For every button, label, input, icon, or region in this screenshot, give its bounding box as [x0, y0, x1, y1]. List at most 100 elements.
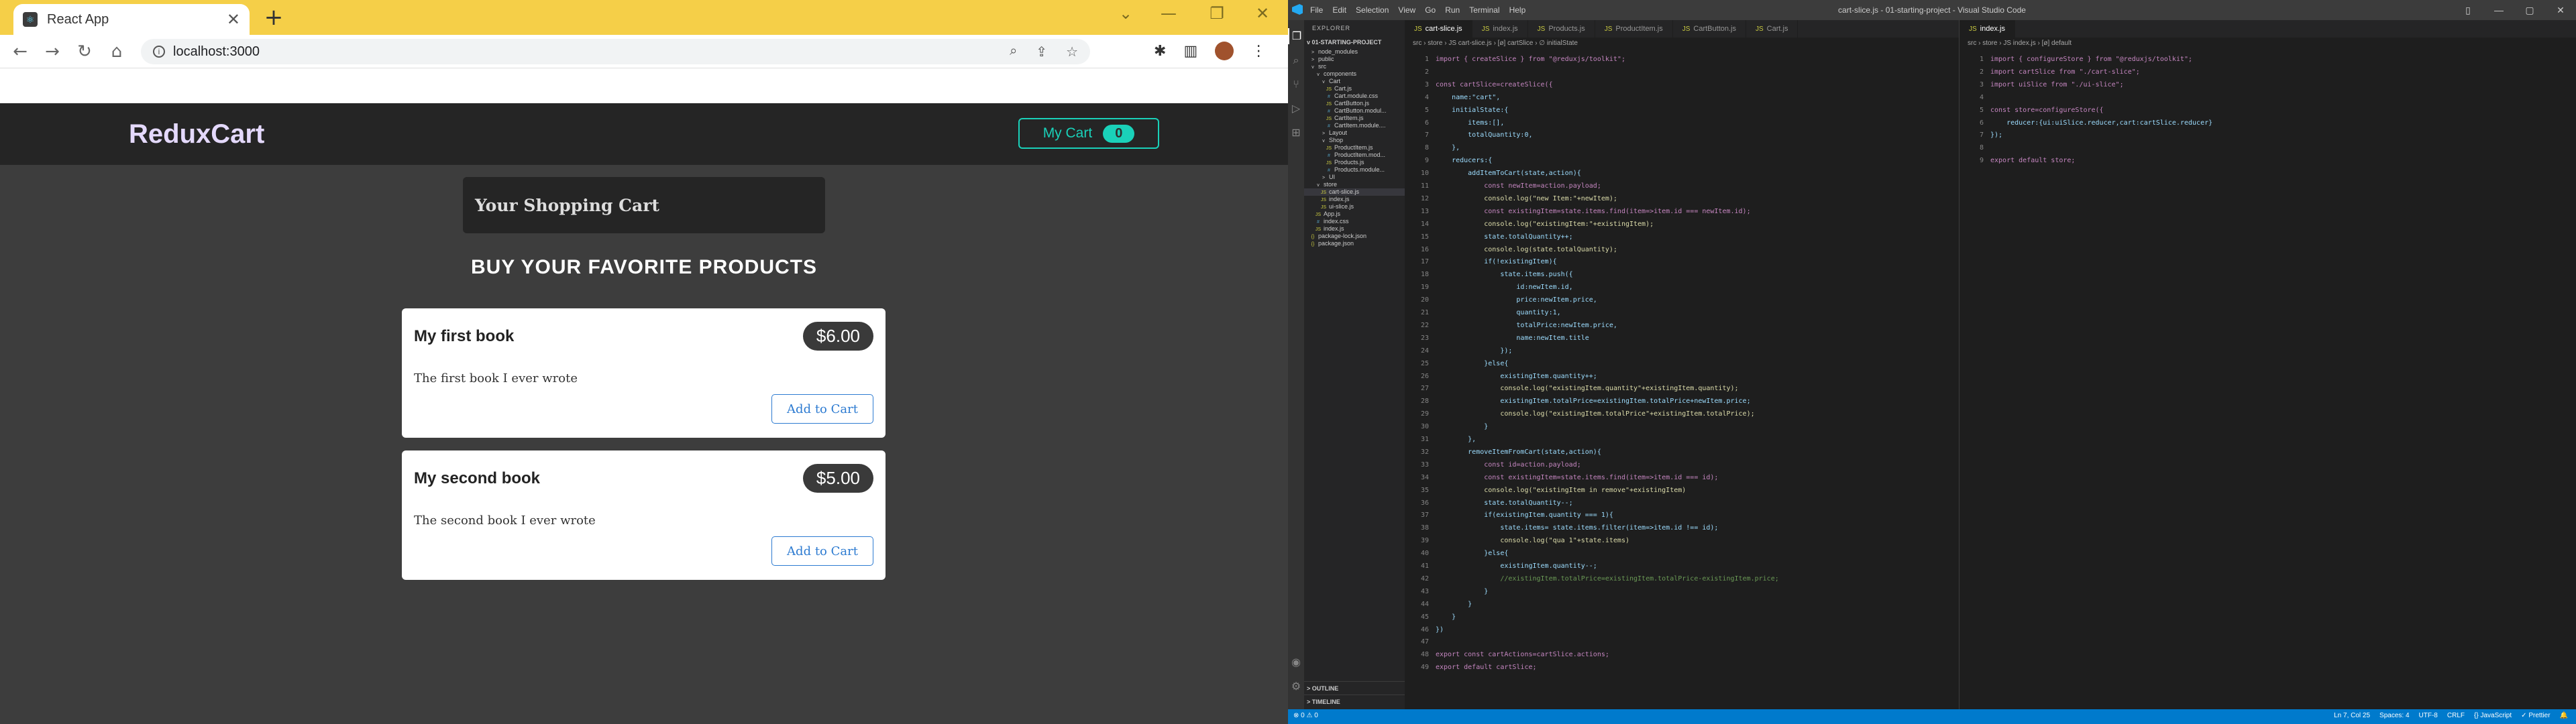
file-tree-item[interactable]: > UI [1304, 174, 1405, 181]
editor-tab[interactable]: JS index.js [1960, 20, 2015, 38]
code-line: state.totalQuantity--; [1436, 499, 1573, 507]
close-window-icon[interactable]: ✕ [1242, 4, 1283, 23]
bookmark-star-icon[interactable]: ☆ [1066, 44, 1078, 60]
javascript-file-icon: JS [1682, 25, 1690, 33]
file-tree-item[interactable]: > public [1304, 56, 1405, 63]
file-tree-item[interactable]: JS Products.js [1304, 159, 1405, 166]
outline-section[interactable]: > OUTLINE [1304, 681, 1405, 695]
run-debug-icon[interactable]: ▷ [1288, 101, 1304, 117]
add-to-cart-button[interactable]: Add to Cart [771, 536, 873, 566]
file-tree-item[interactable]: # index.css [1304, 218, 1405, 225]
file-tree-item[interactable]: v store [1304, 181, 1405, 188]
timeline-section[interactable]: > TIMELINE [1304, 695, 1405, 708]
file-tree-item[interactable]: v src [1304, 63, 1405, 70]
file-tree-item[interactable]: JS CartItem.js [1304, 115, 1405, 122]
source-control-icon[interactable]: ⑂ [1288, 76, 1304, 93]
line-number: 9 [1979, 157, 1984, 165]
status-item[interactable]: 🔔 [2560, 712, 2568, 719]
back-icon[interactable]: ← [4, 42, 36, 62]
minimize-icon[interactable]: — [2483, 5, 2514, 15]
close-tab-icon[interactable]: ✕ [227, 10, 240, 29]
settings-gear-icon[interactable]: ⚙ [1288, 678, 1304, 695]
file-tree-item[interactable]: JS ProductItem.js [1304, 144, 1405, 152]
file-tree-item[interactable]: # CartItem.module.... [1304, 122, 1405, 129]
file-tree-item[interactable]: JS cart-slice.js [1304, 188, 1405, 196]
search-icon[interactable]: ⌕ [1288, 52, 1304, 68]
info-icon[interactable]: i [153, 46, 165, 58]
file-tree-item[interactable]: JS Cart.js [1304, 85, 1405, 93]
page-top-margin [0, 68, 1288, 103]
maximize-icon[interactable]: ❐ [1197, 4, 1237, 23]
home-icon[interactable]: ⌂ [101, 42, 133, 62]
search-icon[interactable]: ⌕ [1010, 44, 1017, 60]
new-tab-button[interactable]: + [260, 4, 287, 31]
file-tree-item[interactable]: # Products.module... [1304, 166, 1405, 174]
file-tree-label: CartButton.modul... [1334, 107, 1387, 114]
file-tree-item[interactable]: # CartButton.modul... [1304, 107, 1405, 115]
status-item[interactable]: {} JavaScript [2474, 712, 2512, 719]
menu-item-edit[interactable]: Edit [1332, 5, 1346, 15]
more-menu-icon[interactable]: ⋮ [1251, 43, 1266, 60]
extensions-icon[interactable]: ⊞ [1288, 125, 1304, 141]
minimize-icon[interactable]: — [1148, 4, 1189, 23]
editor-tab[interactable]: JS Cart.js [1746, 20, 1799, 38]
file-tree-item[interactable]: {} package.json [1304, 240, 1405, 247]
file-tree-item[interactable]: # ProductItem.mod... [1304, 152, 1405, 159]
editor-tab[interactable]: JS Products.js [1528, 20, 1595, 38]
add-to-cart-button[interactable]: Add to Cart [771, 394, 873, 424]
menu-item-go[interactable]: Go [1425, 5, 1436, 15]
file-tree-item[interactable]: {} package-lock.json [1304, 233, 1405, 240]
status-item[interactable]: Spaces: 4 [2379, 712, 2409, 719]
file-tree-item[interactable]: JS index.js [1304, 196, 1405, 203]
status-item[interactable]: ✓ Prettier [2521, 712, 2550, 719]
explorer-files-icon[interactable]: ❐ [1288, 28, 1304, 44]
side-panel-icon[interactable]: ▥ [1183, 43, 1197, 60]
maximize-icon[interactable]: ▢ [2514, 5, 2545, 16]
share-icon[interactable]: ⇪ [1036, 44, 1047, 60]
menu-item-file[interactable]: File [1310, 5, 1323, 15]
menu-item-terminal[interactable]: Terminal [1469, 5, 1499, 15]
browser-tab[interactable]: ⚛ React App ✕ [13, 4, 250, 35]
line-number: 31 [1420, 436, 1429, 443]
forward-icon[interactable]: → [36, 42, 68, 62]
file-tree-item[interactable]: v Shop [1304, 137, 1405, 144]
file-tree-item[interactable]: JS App.js [1304, 210, 1405, 218]
avatar[interactable] [1215, 42, 1234, 60]
activity-bar: ❐ ⌕ ⑂ ▷ ⊞ ◉ ⚙ [1288, 20, 1304, 709]
extensions-puzzle-icon[interactable]: ✱ [1154, 43, 1166, 60]
menu-item-help[interactable]: Help [1509, 5, 1526, 15]
code-line: const store=configureStore({ [1990, 106, 2104, 114]
code-line: import cartSlice from "./cart-slice"; [1990, 68, 2140, 76]
file-tree-item[interactable]: JS CartButton.js [1304, 100, 1405, 107]
file-tree-item[interactable]: > node_modules [1304, 48, 1405, 56]
menu-item-run[interactable]: Run [1445, 5, 1460, 15]
close-window-icon[interactable]: ✕ [2545, 5, 2576, 16]
problems-indicator[interactable]: ⊗ 0 ⚠ 0 [1293, 712, 1318, 719]
account-icon[interactable]: ◉ [1288, 654, 1304, 670]
cart-button-label: My Cart [1042, 125, 1093, 141]
editor-tab[interactable]: JS index.js [1472, 20, 1528, 38]
file-tree-item[interactable]: # Cart.module.css [1304, 93, 1405, 100]
layout-icon[interactable]: ▯ [2453, 5, 2483, 16]
status-item[interactable]: UTF-8 [2419, 712, 2438, 719]
file-tree-item[interactable]: v Cart [1304, 78, 1405, 85]
menu-item-selection[interactable]: Selection [1356, 5, 1389, 15]
address-bar[interactable]: i localhost:3000 ⌕ ⇪ ☆ [141, 39, 1090, 64]
code-line: console.log("existingItem.quantity"+exis… [1436, 385, 1739, 393]
file-tree-item[interactable]: JS index.js [1304, 225, 1405, 233]
status-item[interactable]: CRLF [2447, 712, 2465, 719]
editor-tab[interactable]: JS cart-slice.js [1405, 20, 1472, 38]
file-tree-item[interactable]: > Layout [1304, 129, 1405, 137]
file-tree-item[interactable]: v components [1304, 70, 1405, 78]
reload-icon[interactable]: ↻ [68, 42, 101, 62]
editor-tab[interactable]: JS ProductItem.js [1595, 20, 1673, 38]
my-cart-button[interactable]: My Cart 0 [1018, 118, 1159, 149]
file-tree-item[interactable]: JS ui-slice.js [1304, 203, 1405, 210]
status-item[interactable]: Ln 7, Col 25 [2334, 712, 2370, 719]
editor-tab[interactable]: JS CartButton.js [1673, 20, 1746, 38]
status-bar: ⊗ 0 ⚠ 0 Ln 7, Col 25 Spaces: 4 UTF-8 CRLF {}… [1288, 709, 2576, 724]
menu-item-view[interactable]: View [1398, 5, 1415, 15]
project-folder[interactable]: v 01-STARTING-PROJECT [1304, 36, 1405, 48]
code-line: name:"cart", [1436, 93, 1501, 101]
chevron-down-icon[interactable]: ⌄ [1106, 4, 1146, 23]
